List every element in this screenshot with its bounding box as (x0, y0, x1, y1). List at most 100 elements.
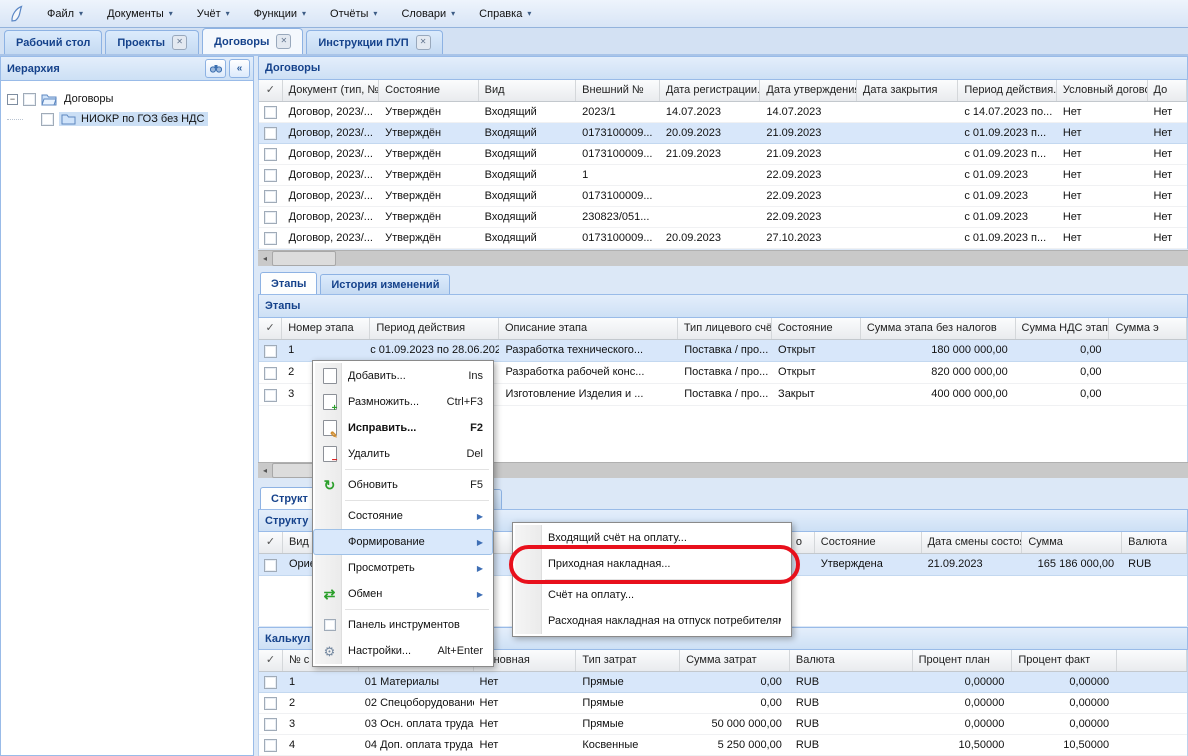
menubar-item[interactable]: Справка▾ (470, 4, 540, 24)
table-row[interactable]: Договор, 2023/...УтверждёнВходящий122.09… (259, 165, 1187, 186)
row-checkbox[interactable] (264, 718, 277, 731)
document-tab[interactable]: Договоры✕ (202, 28, 303, 54)
close-tab-icon[interactable]: ✕ (172, 35, 187, 50)
column-header[interactable]: Дата регистрации. (660, 80, 760, 101)
menubar-item[interactable]: Файл▾ (38, 4, 92, 24)
row-checkbox[interactable] (264, 559, 277, 572)
menubar-item[interactable]: Документы▾ (98, 4, 182, 24)
column-header[interactable]: Сумма э (1109, 318, 1187, 339)
table-row[interactable]: 1с 01.09.2023 по 28.06.2024Разработка те… (259, 340, 1187, 362)
menubar-item[interactable]: Отчёты▾ (321, 4, 386, 24)
document-tab[interactable]: Инструкции ПУП✕ (306, 30, 442, 54)
tree-node-contracts[interactable]: − Договоры (7, 89, 249, 109)
select-all-column-header[interactable]: ✓ (259, 532, 283, 553)
menu-item[interactable]: ⇄Обмен▶ (313, 581, 493, 607)
menu-item[interactable]: ✎Исправить...F2 (313, 415, 493, 441)
table-row[interactable]: Договор, 2023/...УтверждёнВходящий017310… (259, 186, 1187, 207)
column-header[interactable]: Тип затрат (576, 650, 680, 671)
contracts-hscrollbar[interactable]: ◂ (258, 250, 1188, 266)
row-checkbox[interactable] (264, 345, 277, 358)
column-header[interactable]: Внешний № (576, 80, 660, 101)
column-header[interactable]: Валюта (790, 650, 913, 671)
menu-item[interactable]: Формирование▶ (313, 529, 493, 555)
search-binoculars-button[interactable] (205, 59, 226, 78)
column-header[interactable] (1117, 650, 1187, 671)
row-checkbox[interactable] (264, 389, 277, 402)
column-header[interactable]: Сумма затрат (680, 650, 790, 671)
column-header[interactable]: Процент план (913, 650, 1013, 671)
scroll-left-icon[interactable]: ◂ (258, 466, 272, 475)
table-row[interactable]: Договор, 2023/...УтверждёнВходящий2023/1… (259, 102, 1187, 123)
menu-item[interactable]: ↻ОбновитьF5 (313, 472, 493, 498)
menu-item[interactable]: Счёт на оплату... (513, 582, 791, 608)
row-checkbox[interactable] (264, 739, 277, 752)
table-row[interactable]: Договор, 2023/...УтверждёнВходящий230823… (259, 207, 1187, 228)
table-row[interactable]: 101 МатериалыНетПрямые0,00RUB0,000000,00… (259, 672, 1187, 693)
row-checkbox[interactable] (264, 148, 277, 161)
row-checkbox[interactable] (264, 106, 277, 119)
column-header[interactable]: Состояние (815, 532, 922, 553)
column-header[interactable]: Процент факт (1012, 650, 1117, 671)
column-header[interactable]: Валюта (1122, 532, 1187, 553)
row-checkbox[interactable] (264, 190, 277, 203)
table-row[interactable]: 404 Доп. оплата трудаНетКосвенные5 250 0… (259, 735, 1187, 756)
select-all-column-header[interactable]: ✓ (259, 80, 283, 101)
table-row[interactable]: 202 СпецоборудованиеНетПрямые0,00RUB0,00… (259, 693, 1187, 714)
column-header[interactable]: Номер этапа (282, 318, 370, 339)
column-header[interactable]: Описание этапа (499, 318, 678, 339)
menu-item[interactable]: Состояние▶ (313, 503, 493, 529)
collapse-panel-button[interactable]: « (229, 59, 250, 78)
column-header[interactable]: До (1148, 80, 1187, 101)
document-tab[interactable]: Проекты✕ (105, 30, 199, 54)
menu-item[interactable]: +Размножить...Ctrl+F3 (313, 389, 493, 415)
column-header[interactable]: Тип лицевого счёт (678, 318, 772, 339)
column-header[interactable]: Условный договор (1057, 80, 1148, 101)
table-row[interactable]: Договор, 2023/...УтверждёнВходящий017310… (259, 123, 1187, 144)
sub-tab[interactable]: Структ (260, 487, 319, 509)
menu-item[interactable]: Панель инструментов (313, 612, 493, 638)
column-header[interactable]: Вид (479, 80, 577, 101)
row-checkbox[interactable] (264, 676, 277, 689)
table-row[interactable]: 303 Осн. оплата трудаНетПрямые50 000 000… (259, 714, 1187, 735)
menu-item[interactable]: Добавить...Ins (313, 363, 493, 389)
menu-item[interactable]: −УдалитьDel (313, 441, 493, 467)
row-checkbox[interactable] (264, 367, 277, 380)
column-header[interactable]: Состояние (379, 80, 478, 101)
row-checkbox[interactable] (264, 169, 277, 182)
collapse-expander-icon[interactable]: − (7, 94, 18, 105)
row-checkbox[interactable] (264, 127, 277, 140)
menu-item[interactable]: Расходная накладная на отпуск потребител… (513, 608, 791, 634)
menu-item[interactable]: Просмотреть▶ (313, 555, 493, 581)
column-header[interactable]: Состояние (772, 318, 861, 339)
scroll-thumb[interactable] (272, 251, 336, 266)
column-header[interactable]: Период действия.. (958, 80, 1057, 101)
close-tab-icon[interactable]: ✕ (276, 34, 291, 49)
column-header[interactable]: Сумма (1022, 532, 1122, 553)
column-header[interactable]: Сумма этапа без налогов (861, 318, 1016, 339)
sub-tab[interactable]: Этапы (260, 272, 317, 294)
sub-tab[interactable]: История изменений (320, 274, 450, 294)
column-header[interactable]: Документ (тип, № (283, 80, 380, 101)
menu-item[interactable]: ⚙Настройки...Alt+Enter (313, 638, 493, 664)
select-all-column-header[interactable]: ✓ (259, 318, 282, 339)
tree-node-checkbox[interactable] (41, 113, 54, 126)
column-header[interactable]: Дата смены состоя (922, 532, 1023, 553)
table-row[interactable]: Договор, 2023/...УтверждёнВходящий017310… (259, 228, 1187, 249)
scroll-left-icon[interactable]: ◂ (258, 254, 272, 263)
row-checkbox[interactable] (264, 211, 277, 224)
column-header[interactable]: Период действия (370, 318, 499, 339)
menubar-item[interactable]: Словари▾ (392, 4, 464, 24)
row-checkbox[interactable] (264, 232, 277, 245)
close-tab-icon[interactable]: ✕ (416, 35, 431, 50)
column-header[interactable]: Сумма НДС этапа (1016, 318, 1110, 339)
column-header[interactable]: Дата закрытия (857, 80, 958, 101)
tree-node-niokr[interactable]: НИОКР по ГОЗ без НДС (7, 109, 249, 129)
tree-node-checkbox[interactable] (23, 93, 36, 106)
menubar-item[interactable]: Функции▾ (245, 4, 315, 24)
menubar-item[interactable]: Учёт▾ (188, 4, 239, 24)
column-header[interactable]: Дата утверждения (760, 80, 857, 101)
table-row[interactable]: Договор, 2023/...УтверждёнВходящий017310… (259, 144, 1187, 165)
select-all-column-header[interactable]: ✓ (259, 650, 283, 671)
row-checkbox[interactable] (264, 697, 277, 710)
document-tab[interactable]: Рабочий стол (4, 30, 102, 54)
